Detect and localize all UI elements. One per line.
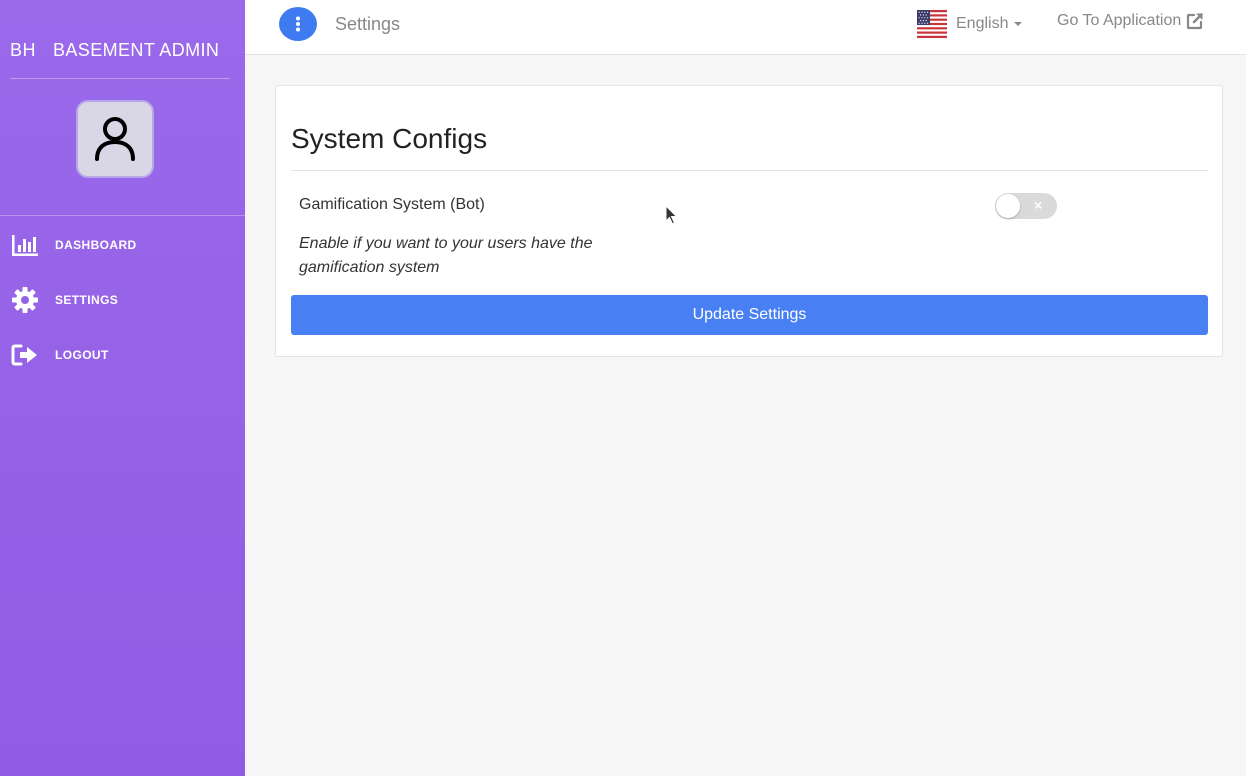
topbar: Settings English Go To Application: [245, 0, 1246, 55]
avatar[interactable]: [76, 100, 154, 178]
us-flag-icon: [917, 10, 947, 38]
gear-icon: [11, 286, 39, 314]
sidebar-divider: [0, 215, 245, 216]
sidebar-item-settings[interactable]: SETTINGS: [0, 280, 245, 320]
update-settings-button[interactable]: Update Settings: [291, 295, 1208, 335]
more-vertical-icon: [296, 16, 300, 32]
brand-short: BH: [10, 40, 37, 60]
gamification-setting-help: Enable if you want to your users have th…: [299, 235, 593, 276]
sidebar-item-label: SETTINGS: [55, 293, 119, 307]
sidebar-item-label: LOGOUT: [55, 348, 109, 362]
sidebar-item-dashboard[interactable]: DASHBOARD: [0, 225, 245, 265]
card-title: System Configs: [291, 123, 488, 154]
logout-icon: [11, 341, 39, 369]
card-divider: [291, 170, 1208, 171]
mouse-cursor-icon: [665, 205, 678, 225]
go-to-application-link[interactable]: Go To Application: [1057, 12, 1204, 30]
gamification-setting-label: Gamification System (Bot): [299, 196, 485, 213]
brand-name: BASEMENT ADMIN: [53, 40, 220, 60]
brand[interactable]: BH BASEMENT ADMIN: [0, 0, 245, 100]
sidebar-item-logout[interactable]: LOGOUT: [0, 335, 245, 375]
caret-down-icon: [1014, 22, 1023, 26]
sidebar: BH BASEMENT ADMIN DASHBOARD SETTINGS LOG…: [0, 0, 245, 776]
toggle-off-icon: ×: [1034, 197, 1043, 213]
language-label: English: [956, 15, 1009, 32]
language-dropdown[interactable]: English: [917, 10, 1023, 38]
page-title: Settings: [335, 14, 401, 34]
brand-divider: [10, 78, 230, 79]
user-icon: [95, 117, 135, 161]
sidebar-item-label: DASHBOARD: [55, 238, 137, 252]
external-link-icon: [1187, 13, 1204, 30]
menu-button[interactable]: [279, 7, 317, 41]
go-to-application-label: Go To Application: [1057, 12, 1182, 29]
gamification-toggle[interactable]: ×: [995, 193, 1057, 219]
toggle-knob: [996, 194, 1020, 218]
bar-chart-icon: [11, 231, 39, 259]
system-configs-card: System Configs Gamification System (Bot)…: [275, 85, 1223, 357]
